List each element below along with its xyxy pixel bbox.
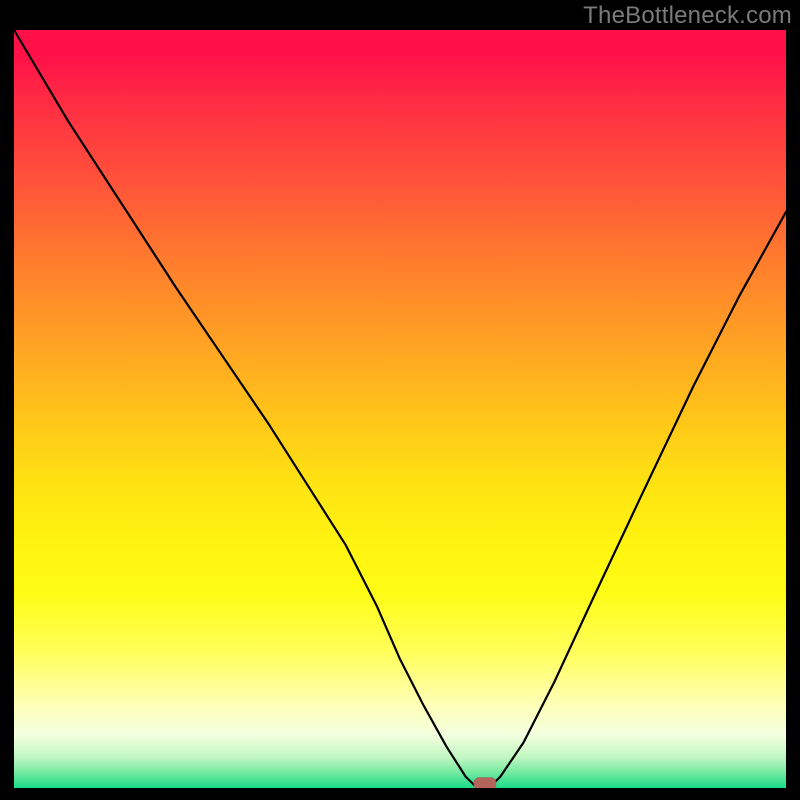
watermark-text: TheBottleneck.com bbox=[583, 2, 792, 30]
chart-frame: TheBottleneck.com bbox=[0, 0, 800, 800]
plot-area bbox=[14, 30, 786, 788]
bottleneck-curve bbox=[14, 30, 786, 788]
chart-svg bbox=[14, 30, 786, 788]
optimal-point-marker bbox=[474, 778, 496, 788]
